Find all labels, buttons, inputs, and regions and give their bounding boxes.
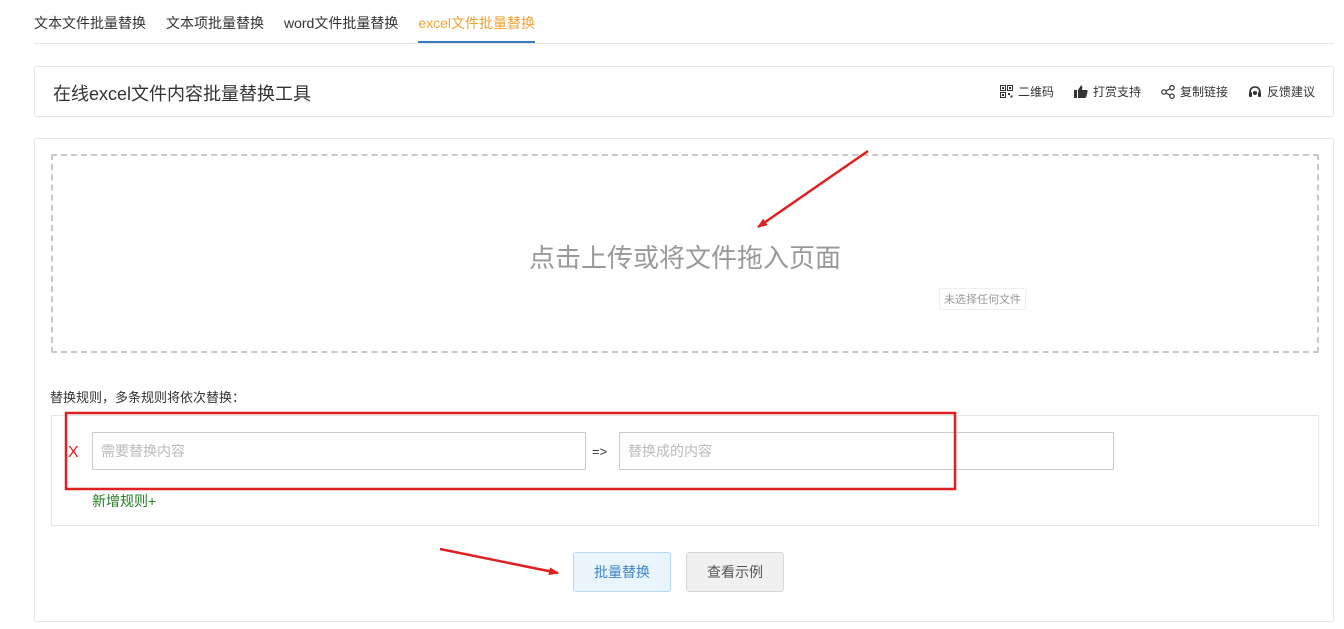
qrcode-icon [999,85,1013,98]
rules-label: 替换规则，多条规则将依次替换： [50,390,246,405]
rule-separator: => [592,444,608,459]
qrcode-label: 二维码 [1017,85,1054,99]
tab-excel-file-replace[interactable]: excel文件批量替换 [418,13,536,43]
share-icon [1161,84,1175,99]
main-panel: 点击上传或将文件拖入页面 未选择任何文件 替换规则，多条规则将依次替换： X =… [34,138,1334,622]
feedback-icon [1248,85,1261,97]
batch-replace-button[interactable]: 批量替换 [573,552,671,592]
tab-bar: 文本文件批量替换 文本项批量替换 word文件批量替换 excel文件批量替换 [34,0,1334,44]
replace-text-input[interactable] [619,432,1114,470]
view-example-button[interactable]: 查看示例 [686,552,784,592]
tab-word-file-replace[interactable]: word文件批量替换 [284,13,398,43]
find-text-input[interactable] [92,432,586,470]
remove-rule-button[interactable]: X [68,444,79,462]
copy-link-label: 复制链接 [1179,85,1228,99]
tool-header: 在线excel文件内容批量替换工具 二维码 打赏支持 复制链接 反馈建议 [34,66,1334,117]
qrcode-button[interactable]: 二维码 [999,83,1054,100]
thumbs-up-icon [1073,85,1088,98]
feedback-label: 反馈建议 [1266,85,1315,99]
copy-link-button[interactable]: 复制链接 [1161,83,1228,100]
tab-text-item-replace[interactable]: 文本项批量替换 [166,13,264,43]
tip-support-button[interactable]: 打赏支持 [1073,83,1141,100]
upload-prompt: 点击上传或将文件拖入页面 [528,243,841,273]
upload-dropzone[interactable]: 点击上传或将文件拖入页面 未选择任何文件 [51,154,1319,353]
tip-support-label: 打赏支持 [1092,85,1141,99]
page-title: 在线excel文件内容批量替换工具 [53,84,312,104]
add-rule-link[interactable]: 新增规则+ [92,491,156,511]
rules-container: X => 新增规则+ [51,415,1319,526]
file-status: 未选择任何文件 [939,288,1026,310]
tab-text-file-replace[interactable]: 文本文件批量替换 [34,13,146,43]
feedback-button[interactable]: 反馈建议 [1248,83,1315,100]
header-actions: 二维码 打赏支持 复制链接 反馈建议 [999,83,1315,100]
